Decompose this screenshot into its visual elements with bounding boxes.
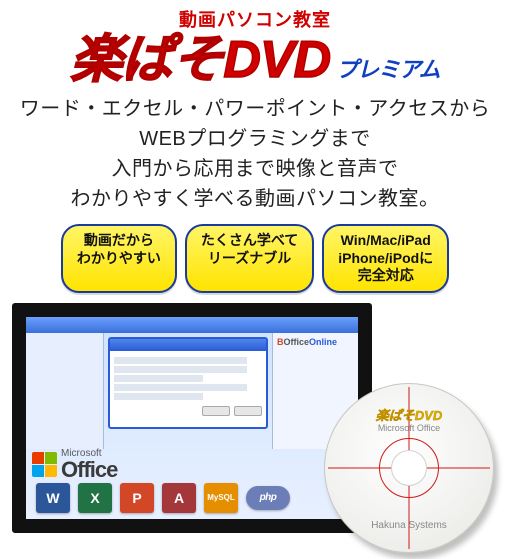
office-brand: Microsoft Office xyxy=(32,449,117,481)
dialog-window xyxy=(108,337,268,429)
dialog-titlebar xyxy=(110,339,266,351)
badge-reasonable: たくさん学べて リーズナブル xyxy=(185,224,314,293)
brand-office: Office xyxy=(284,337,310,347)
media-area: BOfficeOnline Microsoft Off xyxy=(4,303,506,553)
desc-line: 入門から応用まで映像と音声で xyxy=(4,154,506,184)
badge-easy: 動画だから わかりやすい xyxy=(61,224,177,293)
office-big: Office xyxy=(61,459,117,481)
access-icon: A xyxy=(162,483,196,513)
powerpoint-icon: P xyxy=(120,483,154,513)
desc-line: ワード・エクセル・パワーポイント・アクセスから xyxy=(4,94,506,124)
php-icon: php xyxy=(246,486,290,510)
dvd-disc: 楽ぱそDVD Microsoft Office Hakuna Systems xyxy=(324,383,494,553)
desc-line: WEBプログラミングまで xyxy=(4,124,506,154)
badge-compatibility: Win/Mac/iPad iPhone/iPodに 完全対応 xyxy=(322,224,449,293)
title-main: 楽ぱそDVD xyxy=(70,34,330,86)
dialog-btn xyxy=(202,406,230,416)
description: ワード・エクセル・パワーポイント・アクセスから WEBプログラミングまで 入門か… xyxy=(4,94,506,214)
office-text: Microsoft Office xyxy=(61,449,117,481)
disc-subtitle: Microsoft Office xyxy=(324,423,494,433)
title-sub: プレミアム xyxy=(336,52,439,84)
excel-icon: X xyxy=(78,483,112,513)
office-logo-icon xyxy=(32,452,57,477)
word-icon: W xyxy=(36,483,70,513)
disc-title: 楽ぱそDVD xyxy=(324,405,494,424)
left-panel xyxy=(26,333,104,449)
product-ad: 動画パソコン教室 楽ぱそDVD プレミアム ワード・エクセル・パワーポイント・ア… xyxy=(0,0,510,559)
brand-online: Online xyxy=(309,337,337,347)
tagline: 動画パソコン教室 xyxy=(4,6,506,32)
disc-maker: Hakuna Systems xyxy=(324,520,494,531)
app-icon-row: W X P A MySQL php xyxy=(36,483,348,513)
dialog-btn xyxy=(234,406,262,416)
dialog-buttons xyxy=(110,406,266,420)
desc-line: わかりやすく学べる動画パソコン教室。 xyxy=(4,184,506,214)
video-player-screenshot: BOfficeOnline Microsoft Off xyxy=(12,303,372,533)
disc-hub xyxy=(391,450,427,486)
window-titlebar xyxy=(26,317,358,333)
product-title: 楽ぱそDVD プレミアム xyxy=(4,34,506,86)
dialog-body xyxy=(110,351,266,406)
feature-badges: 動画だから わかりやすい たくさん学べて リーズナブル Win/Mac/iPad… xyxy=(4,224,506,293)
mysql-icon: MySQL xyxy=(204,483,238,513)
office-online-label: BOfficeOnline xyxy=(277,337,354,347)
